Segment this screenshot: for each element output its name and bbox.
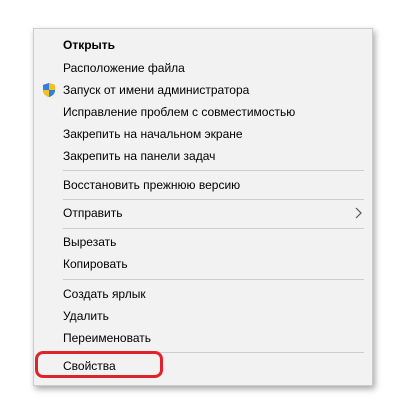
properties-highlight-outline	[35, 351, 163, 378]
menu-separator	[63, 170, 364, 171]
menu-item-send-to[interactable]: Отправить	[34, 202, 372, 224]
menu-item-run-as-admin[interactable]: Запуск от имени администратора	[34, 79, 372, 101]
menu-item-delete[interactable]: Удалить	[34, 305, 372, 327]
menu-item-restore-previous-version[interactable]: Восстановить прежнюю версию	[34, 174, 372, 196]
menu-item-label: Исправление проблем с совместимостью	[63, 105, 296, 119]
menu-item-pin-to-taskbar[interactable]: Закрепить на панели задач	[34, 145, 372, 167]
uac-shield-icon	[43, 83, 55, 97]
menu-item-label: Расположение файла	[63, 61, 185, 75]
menu-item-label: Переименовать	[63, 331, 151, 345]
menu-item-label: Закрепить на начальном экране	[63, 127, 243, 141]
menu-item-file-location[interactable]: Расположение файла	[34, 57, 372, 79]
menu-item-cut[interactable]: Вырезать	[34, 231, 372, 253]
menu-separator	[63, 228, 364, 229]
chevron-right-icon	[355, 207, 362, 219]
menu-item-rename[interactable]: Переименовать	[34, 327, 372, 349]
menu-item-label: Копировать	[63, 257, 128, 271]
menu-separator	[63, 279, 364, 280]
menu-item-label: Удалить	[63, 309, 109, 323]
menu-item-troubleshoot-compatibility[interactable]: Исправление проблем с совместимостью	[34, 101, 372, 123]
menu-item-label: Закрепить на панели задач	[63, 149, 216, 163]
menu-item-pin-to-start[interactable]: Закрепить на начальном экране	[34, 123, 372, 145]
menu-item-copy[interactable]: Копировать	[34, 253, 372, 275]
menu-item-label: Вырезать	[63, 235, 117, 249]
menu-item-label: Запуск от имени администратора	[63, 83, 250, 97]
menu-separator	[63, 199, 364, 200]
menu-item-label: Отправить	[63, 206, 123, 220]
menu-item-create-shortcut[interactable]: Создать ярлык	[34, 283, 372, 305]
menu-item-label: Открыть	[63, 38, 116, 52]
context-menu: Открыть Расположение файла Запуск от име…	[33, 28, 373, 386]
menu-item-label: Создать ярлык	[63, 287, 146, 301]
menu-item-open[interactable]: Открыть	[34, 34, 372, 56]
menu-item-label: Восстановить прежнюю версию	[63, 178, 241, 192]
